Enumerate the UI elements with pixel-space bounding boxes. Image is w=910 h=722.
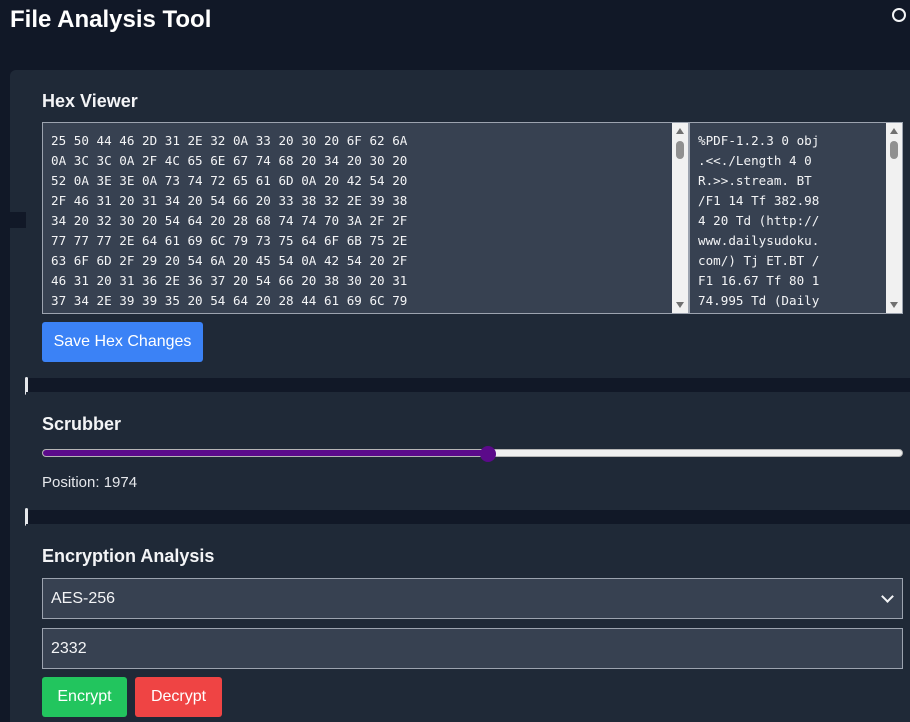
encrypt-button[interactable]: Encrypt	[42, 677, 127, 717]
section-divider	[26, 378, 910, 392]
theme-toggle-icon[interactable]	[892, 8, 906, 22]
key-input[interactable]: 2332	[42, 628, 903, 669]
hex-bytes-editor[interactable]: 25 50 44 46 2D 31 2E 32 0A 33 20 30 20 6…	[42, 122, 689, 314]
scroll-up-arrow-icon[interactable]	[890, 128, 898, 134]
scrubber-slider-fill	[43, 450, 488, 456]
chevron-down-icon	[881, 590, 894, 603]
scrubber-position-label: Position: 1974	[42, 474, 138, 491]
encryption-title: Encryption Analysis	[42, 546, 215, 566]
hex-scrollbar[interactable]	[672, 123, 688, 313]
ascii-scrollbar[interactable]	[886, 123, 902, 313]
scrubber-title: Scrubber	[42, 414, 122, 434]
background-gap	[10, 212, 26, 228]
ascii-preview-pane[interactable]: %PDF-1.2.3 0 obj .<<./Length 4 0 R.>>.st…	[689, 122, 903, 314]
key-input-value: 2332	[51, 640, 87, 657]
algorithm-selected-value: AES-256	[51, 590, 116, 607]
scroll-down-arrow-icon[interactable]	[676, 302, 684, 308]
save-hex-changes-button[interactable]: Save Hex Changes	[42, 322, 203, 362]
scroll-up-arrow-icon[interactable]	[676, 128, 684, 134]
hex-viewer-title: Hex Viewer	[42, 91, 138, 111]
decrypt-button[interactable]: Decrypt	[135, 677, 222, 717]
scrubber-slider-thumb[interactable]	[479, 446, 496, 462]
scroll-thumb[interactable]	[676, 141, 684, 159]
scrubber-slider-track[interactable]	[42, 449, 903, 457]
app-title: File Analysis Tool	[10, 6, 212, 33]
algorithm-select[interactable]: AES-256	[42, 578, 903, 619]
scroll-thumb[interactable]	[890, 141, 898, 159]
ascii-preview-text: %PDF-1.2.3 0 obj .<<./Length 4 0 R.>>.st…	[698, 133, 820, 308]
section-divider	[26, 510, 910, 524]
hex-bytes-text[interactable]: 25 50 44 46 2D 31 2E 32 0A 33 20 30 20 6…	[43, 123, 688, 311]
scroll-down-arrow-icon[interactable]	[890, 302, 898, 308]
